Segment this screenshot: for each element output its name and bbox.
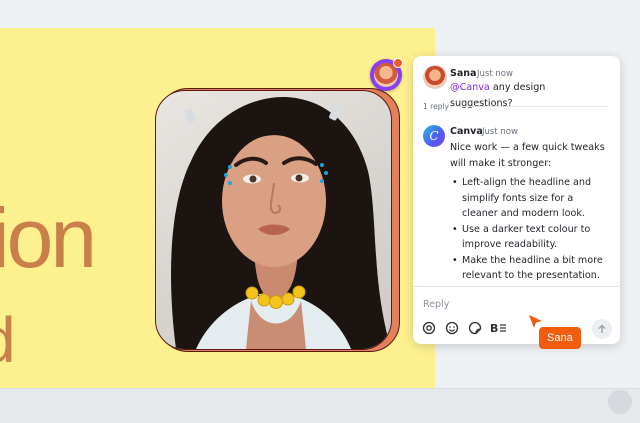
slide-subheadline[interactable]: d	[0, 308, 16, 372]
bottom-bar	[0, 388, 640, 423]
bold-list-icon[interactable]: B	[490, 321, 508, 337]
portrait-illustration	[171, 96, 391, 349]
reply-count[interactable]: 1 reply	[423, 102, 449, 111]
comment-canva: C Canva Just now Nice work — a few quick…	[413, 125, 620, 285]
canva-logo-icon: C	[423, 125, 445, 147]
help-button[interactable]	[608, 390, 632, 414]
comment-time: Just now	[482, 127, 518, 137]
sticker-icon[interactable]	[467, 321, 483, 337]
cursor-name-tag: Sana	[539, 327, 581, 349]
canvas-workspace: sion d	[0, 0, 640, 423]
reply-input[interactable]	[423, 297, 543, 311]
slide-headline[interactable]: sion	[0, 196, 97, 280]
portrait-photo[interactable]	[155, 90, 392, 350]
comment-thread-panel: Sana Just now @Canva any design suggesti…	[413, 56, 620, 344]
comment-text: Nice work — a few quick tweaks will make…	[450, 140, 608, 284]
comment-author: Canva	[450, 126, 483, 137]
emoji-icon[interactable]	[444, 321, 460, 337]
reply-composer: B	[413, 286, 620, 345]
comment-author: Sana	[450, 68, 477, 79]
arrow-up-icon[interactable]	[592, 319, 612, 339]
design-slide[interactable]: sion d	[0, 28, 435, 388]
list-item: Use a darker text colour to improve read…	[450, 222, 608, 253]
comment-time: Just now	[477, 69, 513, 79]
comment-sana: Sana Just now @Canva any design suggesti…	[413, 65, 620, 109]
avatar	[423, 65, 447, 89]
suggestion-list: Left-align the headline and simplify fon…	[450, 175, 608, 284]
collaborator-avatar[interactable]	[370, 58, 403, 91]
list-item: Make the headline a bit more relevant to…	[450, 253, 608, 284]
list-item: Left-align the headline and simplify fon…	[450, 175, 608, 222]
mention-icon[interactable]	[421, 321, 437, 337]
notification-dot	[393, 58, 403, 68]
divider	[451, 106, 608, 107]
mention-link[interactable]: @Canva	[450, 82, 490, 93]
comment-intro: Nice work — a few quick tweaks will make…	[450, 142, 605, 169]
svg-text:B: B	[490, 322, 498, 335]
top-toolbar-area	[0, 0, 640, 28]
